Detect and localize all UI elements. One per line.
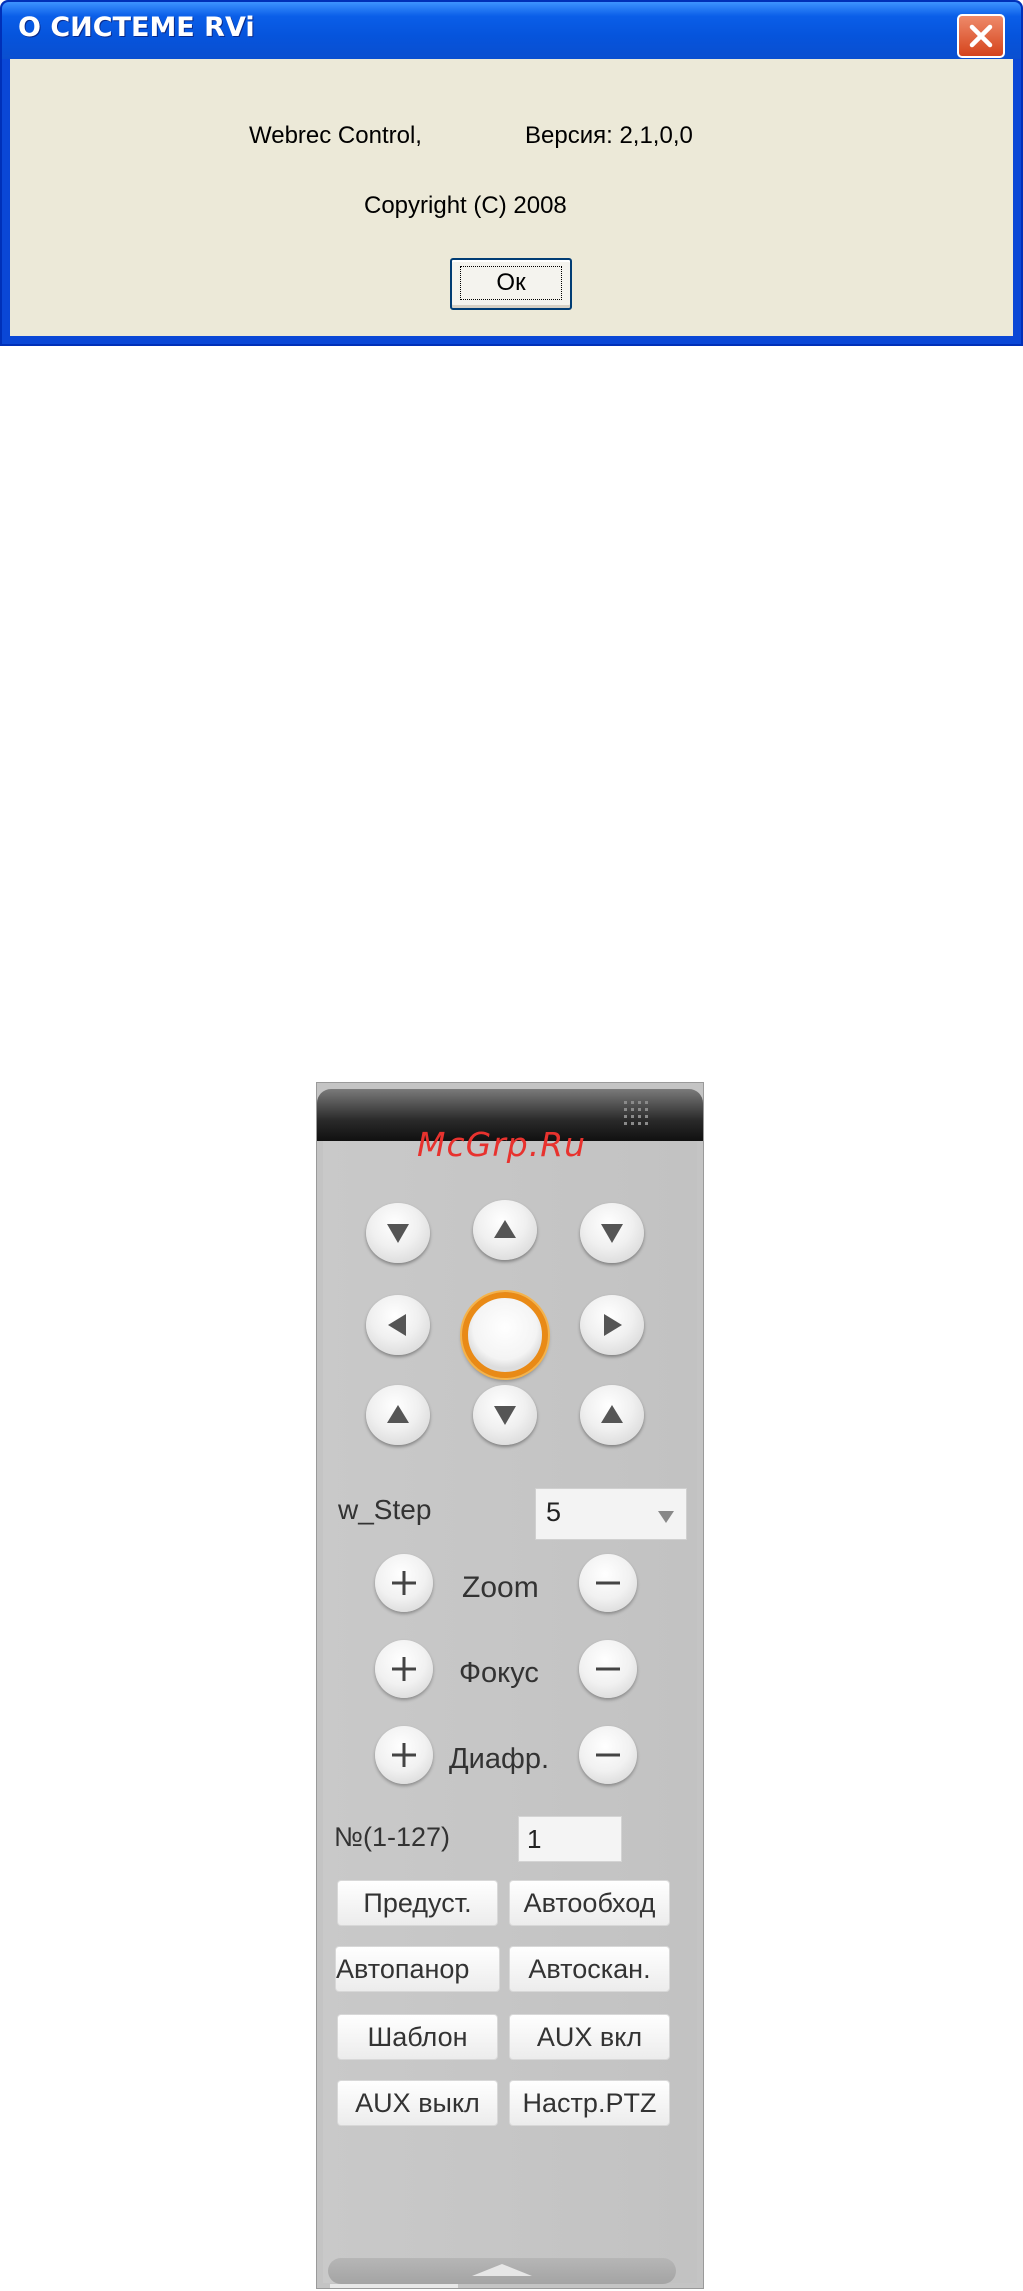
up-left-button[interactable] <box>366 1203 430 1263</box>
pattern-button[interactable]: Шаблон <box>337 2014 498 2060</box>
right-button[interactable] <box>580 1295 644 1355</box>
plus-icon <box>392 1743 416 1767</box>
grip-icon <box>624 1101 648 1125</box>
dialog-titlebar[interactable]: О СИСТЕМЕ RVi <box>2 2 1021 59</box>
chevron-down-icon <box>658 1511 674 1523</box>
ok-button-label: Ок <box>460 266 562 300</box>
step-select[interactable]: 5 <box>535 1488 687 1540</box>
iris-close-button[interactable] <box>579 1726 637 1784</box>
dialog-title: О СИСТЕМЕ RVi <box>18 12 255 43</box>
preset-button[interactable]: Предуст. <box>337 1880 498 1926</box>
center-button[interactable] <box>462 1292 548 1378</box>
autoscan-label: Автоскан. <box>528 1954 651 1984</box>
arrow-left-icon <box>388 1314 406 1336</box>
aux-on-button[interactable]: AUX вкл <box>509 2014 670 2060</box>
close-button[interactable] <box>957 14 1005 58</box>
about-dialog: О СИСТЕМЕ RVi Webrec Control, Версия: 2,… <box>0 0 1023 346</box>
minus-icon <box>596 1581 620 1585</box>
left-button[interactable] <box>366 1295 430 1355</box>
focus-near-button[interactable] <box>375 1640 433 1698</box>
down-right-button[interactable] <box>580 1385 644 1445</box>
zoom-out-button[interactable] <box>579 1554 637 1612</box>
dialog-body: Webrec Control, Версия: 2,1,0,0 Copyrigh… <box>10 59 1013 336</box>
step-label: w_Step <box>338 1494 432 1525</box>
arrow-up-right-icon <box>601 1405 623 1423</box>
watermark: McGrp.Ru <box>417 1125 587 1164</box>
plus-icon <box>392 1571 416 1595</box>
autoscan-button[interactable]: Автоскан. <box>509 1946 670 1992</box>
arrow-down-left-icon <box>387 1224 409 1243</box>
collapse-bar[interactable] <box>328 2258 676 2284</box>
autopan-button[interactable]: Автопанор <box>335 1946 500 1992</box>
arrow-up-left-icon <box>387 1405 409 1423</box>
product-name: Webrec Control, <box>249 122 422 149</box>
focus-label: Фокус <box>459 1657 539 1689</box>
minus-icon <box>596 1667 620 1671</box>
aux-off-label: AUX выкл <box>355 2088 480 2118</box>
copyright-text: Copyright (C) 2008 <box>364 192 567 219</box>
down-left-button[interactable] <box>366 1385 430 1445</box>
up-right-button[interactable] <box>580 1203 644 1263</box>
aux-off-button[interactable]: AUX выкл <box>337 2080 498 2126</box>
up-button[interactable] <box>473 1200 537 1260</box>
iris-open-button[interactable] <box>375 1726 433 1784</box>
ptz-setup-button[interactable]: Настр.PTZ <box>509 2080 670 2126</box>
number-label: №(1-127) <box>334 1822 451 1852</box>
step-value: 5 <box>546 1497 562 1527</box>
zoom-label: Zoom <box>462 1571 539 1604</box>
ok-button[interactable]: Ок <box>450 258 572 310</box>
close-icon <box>969 24 993 48</box>
arrow-right-icon <box>604 1314 622 1336</box>
arrow-down-icon <box>494 1406 516 1425</box>
down-button[interactable] <box>473 1385 537 1445</box>
number-value: 1 <box>527 1824 542 1854</box>
pattern-label: Шаблон <box>367 2022 468 2052</box>
bottom-divider <box>330 2284 458 2288</box>
ptz-setup-label: Настр.PTZ <box>522 2088 657 2118</box>
arrow-down-right-icon <box>601 1224 623 1243</box>
autopan-label: Автопанор <box>336 1954 470 1984</box>
number-input[interactable]: 1 <box>518 1816 622 1862</box>
plus-icon <box>392 1657 416 1681</box>
tour-button[interactable]: Автообход <box>509 1880 670 1926</box>
minus-icon <box>596 1753 620 1757</box>
focus-far-button[interactable] <box>579 1640 637 1698</box>
aux-on-label: AUX вкл <box>536 2022 643 2052</box>
zoom-in-button[interactable] <box>375 1554 433 1612</box>
preset-label: Предуст. <box>363 1888 472 1918</box>
version-text: Версия: 2,1,0,0 <box>525 122 693 149</box>
collapse-up-icon <box>472 2264 532 2276</box>
arrow-up-icon <box>494 1220 516 1238</box>
tour-label: Автообход <box>523 1888 656 1918</box>
iris-label: Диафр. <box>449 1743 550 1775</box>
